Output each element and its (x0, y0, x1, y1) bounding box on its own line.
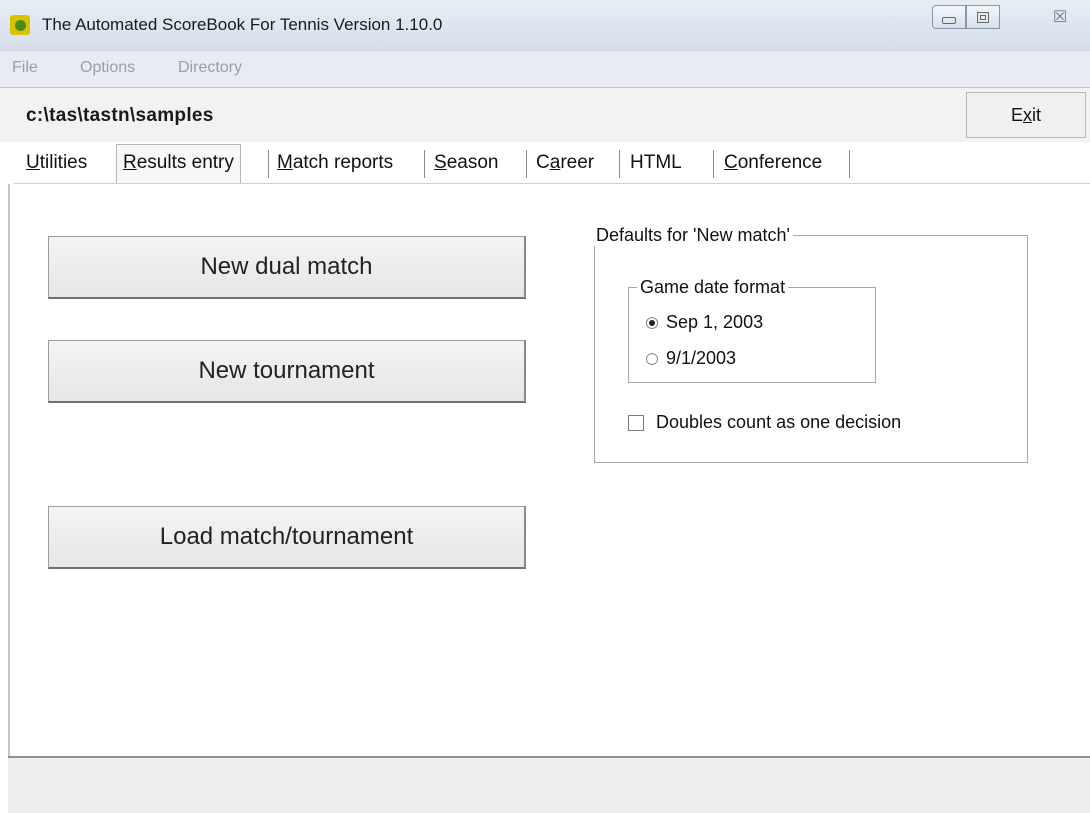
minimize-icon (942, 16, 956, 24)
tab-separator (424, 150, 425, 178)
radio-unselected-icon[interactable] (646, 352, 658, 365)
tab-utilities[interactable]: Utilities (26, 144, 87, 182)
exit-button[interactable]: Ex it (966, 92, 1086, 138)
title-bar[interactable]: The Automated ScoreBook For Tennis Versi… (0, 0, 1090, 50)
app-window: The Automated ScoreBook For Tennis Versi… (0, 0, 1090, 813)
tab-html-label: HTML (630, 152, 682, 173)
menu-options[interactable]: Options (80, 59, 135, 77)
load-match-tournament-button[interactable]: Load match/tournament (48, 506, 526, 569)
doubles-decision-label: Doubles count as one decision (656, 412, 902, 432)
tab-match-reports[interactable]: Match reports (277, 144, 393, 182)
doubles-decision-checkbox[interactable] (628, 414, 644, 431)
date-format-option-numeric-label: 9/1/2003 (666, 348, 737, 368)
tab-separator (619, 150, 620, 178)
tab-results-entry-accel: R (123, 152, 137, 173)
tab-conference-label: onference (737, 152, 823, 173)
window-title: The Automated ScoreBook For Tennis Versi… (42, 15, 443, 34)
date-format-option-numeric[interactable]: 9/1/2003 (646, 348, 736, 369)
new-dual-match-button[interactable]: New dual match (48, 236, 526, 299)
tab-separator (526, 150, 527, 178)
close-button[interactable]: ☒ (1040, 5, 1080, 29)
tab-career[interactable]: Career (536, 144, 594, 182)
tab-career-accel: a (549, 152, 561, 173)
exit-label-accel: x (1023, 104, 1032, 125)
maximize-icon (977, 11, 989, 23)
tab-career-label: reer (560, 152, 595, 173)
status-bar (8, 758, 1090, 813)
tab-career-prefix: C (536, 152, 550, 173)
new-tournament-button[interactable]: New tournament (48, 340, 526, 403)
tab-match-reports-accel: M (277, 152, 293, 173)
tab-conference-accel: C (724, 152, 738, 173)
doubles-decision-checkbox-row[interactable]: Doubles count as one decision (628, 412, 901, 433)
date-format-option-long-label: Sep 1, 2003 (666, 312, 764, 332)
tab-utilities-accel: U (26, 152, 40, 173)
tennis-ball-app-icon[interactable] (10, 15, 30, 35)
radio-selected-icon[interactable] (646, 316, 658, 329)
tab-season-label: eason (446, 152, 499, 173)
tab-season[interactable]: Season (434, 144, 498, 182)
tab-underline (14, 183, 1090, 184)
panel-left-edge (8, 184, 10, 758)
tab-results-entry-label: esults entry (136, 152, 234, 173)
maximize-button[interactable] (966, 5, 1000, 29)
menu-file[interactable]: File (12, 59, 38, 77)
tab-separator (268, 150, 269, 178)
tab-season-accel: S (434, 152, 447, 173)
date-format-group-title: Game date format (637, 277, 789, 298)
date-format-option-long[interactable]: Sep 1, 2003 (646, 312, 763, 333)
defaults-group-title: Defaults for 'New match' (593, 225, 793, 246)
exit-label-prefix: E (1010, 104, 1023, 125)
tab-match-reports-label: atch reports (292, 152, 394, 173)
tab-conference[interactable]: Conference (724, 144, 822, 182)
tab-separator (713, 150, 714, 178)
current-directory-path: c:\tas\tastn\samples (26, 105, 214, 126)
menu-bar: File Options Directory (0, 50, 1090, 88)
menu-directory[interactable]: Directory (178, 59, 242, 77)
minimize-button[interactable] (932, 5, 966, 29)
exit-label-suffix: it (1032, 104, 1041, 125)
tab-html[interactable]: HTML (630, 144, 682, 182)
close-icon: ☒ (1052, 9, 1068, 26)
tab-utilities-label: tilities (39, 152, 88, 173)
tab-separator (849, 150, 850, 178)
tab-results-entry[interactable]: Results entry (116, 144, 241, 184)
path-bar: c:\tas\tastn\samples (0, 88, 1090, 142)
